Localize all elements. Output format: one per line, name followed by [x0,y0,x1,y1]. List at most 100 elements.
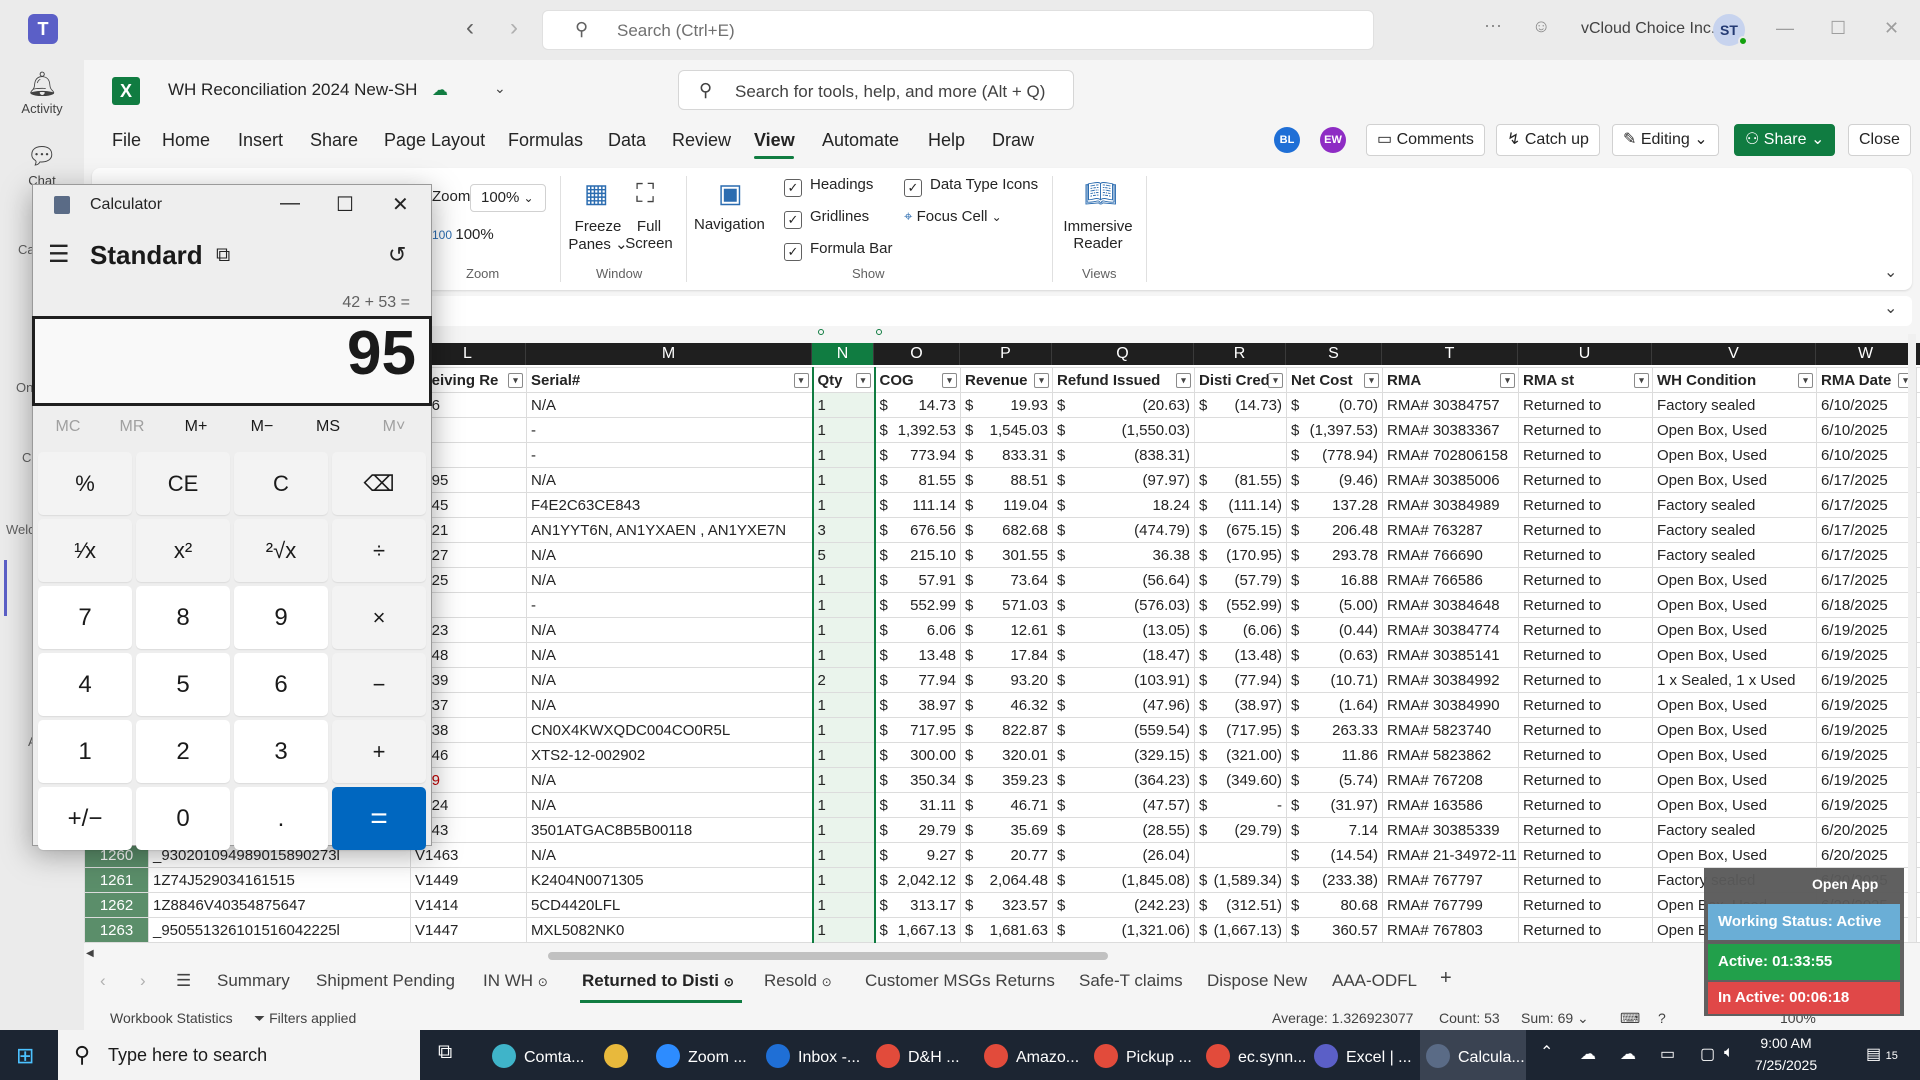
table-cell[interactable]: 882 [1916,717,1920,743]
taskbar-app-calculator[interactable]: Calcula... [1426,1044,1525,1068]
table-cell[interactable]: 881 [1916,592,1920,618]
table-cell[interactable]: 882 [1916,517,1920,543]
table-cell[interactable]: 1 [811,492,876,518]
tab-summary[interactable]: Summary [217,971,290,991]
back-arrow-icon[interactable]: ‹ [466,14,474,42]
table-cell[interactable]: 1 [811,392,876,418]
comments-button[interactable]: ▭ Comments [1366,124,1485,156]
table-cell[interactable]: 6/19/2025 [1816,617,1917,643]
notification-center-button[interactable]: ▤ 15 [1866,1044,1898,1064]
table-cell[interactable]: $ (1,845.08) [1052,867,1195,893]
table-cell[interactable]: $ (1,321.06) [1052,917,1195,943]
table-cell[interactable]: $73.64 [960,567,1053,593]
table-cell[interactable]: $1,545.03 [960,417,1053,443]
table-cell[interactable]: Returned to [1518,842,1653,868]
table-cell[interactable] [1194,842,1287,868]
table-cell[interactable]: Returned to [1518,617,1653,643]
table-cell[interactable]: 1 [811,892,876,918]
table-cell[interactable]: Open Box, Used [1652,692,1817,718]
table-cell[interactable]: 2 [811,667,876,693]
table-cell[interactable]: 1 [811,767,876,793]
table-cell[interactable]: 6/10/2025 [1816,417,1917,443]
table-cell[interactable]: RMA# 30385006 [1382,467,1519,493]
table-cell[interactable]: 1 [811,742,876,768]
table-cell[interactable]: $46.71 [960,792,1053,818]
table-cell[interactable]: 6/19/2025 [1816,692,1917,718]
minimize-icon[interactable]: — [280,192,300,215]
table-cell[interactable]: Returned to [1518,917,1653,943]
table-cell[interactable]: $119.04 [960,492,1053,518]
table-cell[interactable]: $ (1,397.53) [1286,417,1383,443]
table-cell[interactable]: V1414 [410,892,527,918]
full-screen-button[interactable]: Full Screen [624,218,674,252]
clear-entry-button[interactable]: CE [136,452,230,515]
column-header[interactable]: R [1194,343,1286,365]
table-cell[interactable]: $ (14.73) [1194,392,1287,418]
table-cell[interactable]: $81.55 [874,467,961,493]
table-cell[interactable]: RMA# 30384990 [1382,692,1519,718]
table-cell[interactable]: $301.55 [960,542,1053,568]
table-cell[interactable]: RMA# 30384648 [1382,592,1519,618]
table-cell[interactable]: 882 [1916,467,1920,493]
digit-7-button[interactable]: 7 [38,586,132,649]
table-cell[interactable] [1194,417,1287,443]
task-view-icon[interactable]: ⧉ [438,1041,452,1064]
table-cell[interactable]: $ (47.57) [1052,792,1195,818]
tools-search-input[interactable]: ⚲ Search for tools, help, and more (Alt … [678,70,1074,110]
table-cell[interactable]: 882 [1916,792,1920,818]
column-header[interactable]: U [1518,343,1652,365]
table-cell[interactable]: $13.48 [874,642,961,668]
table-row[interactable]: 1261 1Z74J529034161515 V1449 K2404N0071305 1… [84,867,1920,893]
table-cell[interactable]: $ (20.63) [1052,392,1195,418]
data-type-icons-checkbox[interactable]: ✓ Data Type Icons [904,176,1038,197]
table-row[interactable]: 1263 _950551326101516042225l V1447 MXL5082N… [84,917,1920,943]
table-cell[interactable]: Open Box, Used [1652,592,1817,618]
tab-customer-msgs-returns[interactable]: Customer MSGs Returns [865,971,1055,991]
table-cell[interactable]: $36.38 [1052,542,1195,568]
add-button[interactable]: + [332,720,426,783]
table-cell[interactable]: Open Box, Used [1652,442,1817,468]
table-cell[interactable]: 1 [811,692,876,718]
decimal-button[interactable]: . [234,787,328,850]
all-sheets-icon[interactable]: ☰ [176,971,191,991]
column-header[interactable]: P [960,343,1052,365]
menu-draw[interactable]: Draw [992,130,1034,151]
header-cell[interactable]: Serial# ▾ [526,367,813,393]
column-header[interactable]: RM [1916,343,1920,365]
memory-list-button[interactable]: M˅ [364,418,424,436]
tab-resold[interactable]: Resold ⊙ [764,971,832,991]
table-cell[interactable]: 6/10/2025 [1816,442,1917,468]
digit-2-button[interactable]: 2 [136,720,230,783]
menu-formulas[interactable]: Formulas [508,130,583,151]
open-app-button[interactable]: Open App [1812,876,1878,892]
table-cell[interactable]: $ (13.05) [1052,617,1195,643]
table-cell[interactable]: $29.79 [874,817,961,843]
table-cell[interactable]: 1 [811,642,876,668]
table-cell[interactable]: Returned to [1518,792,1653,818]
table-cell[interactable]: $ (29.79) [1194,817,1287,843]
table-cell[interactable]: $ (5.74) [1286,767,1383,793]
table-cell[interactable]: Factory sealed [1652,817,1817,843]
table-cell[interactable]: $ (57.79) [1194,567,1287,593]
table-cell[interactable]: Returned to [1518,717,1653,743]
header-cell[interactable]: Revenue ▾ [960,367,1053,393]
table-cell[interactable]: $12.61 [960,617,1053,643]
more-options-icon[interactable]: ⋯ [1484,16,1502,37]
table-cell[interactable]: $350.34 [874,767,961,793]
tab-safe-t-claims[interactable]: Safe-T claims [1079,971,1183,991]
column-resize-handle[interactable] [876,329,882,335]
table-cell[interactable]: $2,042.12 [874,867,961,893]
close-button[interactable]: Close [1848,124,1911,156]
table-cell[interactable]: 882 [1916,917,1920,943]
menu-share[interactable]: Share [310,130,358,151]
table-cell[interactable]: N/A [526,792,813,818]
table-cell[interactable]: $ (321.00) [1194,742,1287,768]
table-cell[interactable]: 882 [1916,567,1920,593]
digit-0-button[interactable]: 0 [136,787,230,850]
table-cell[interactable]: CN0X4KWXQDC004CO0R5L [526,717,813,743]
table-cell[interactable]: 1 [811,717,876,743]
org-name[interactable]: vCloud Choice Inc. [1581,20,1715,38]
table-cell[interactable]: RMA# 5823740 [1382,717,1519,743]
table-cell[interactable]: RMA# 767797 [1382,867,1519,893]
table-cell[interactable]: 1 x Sealed, 1 x Used [1652,667,1817,693]
